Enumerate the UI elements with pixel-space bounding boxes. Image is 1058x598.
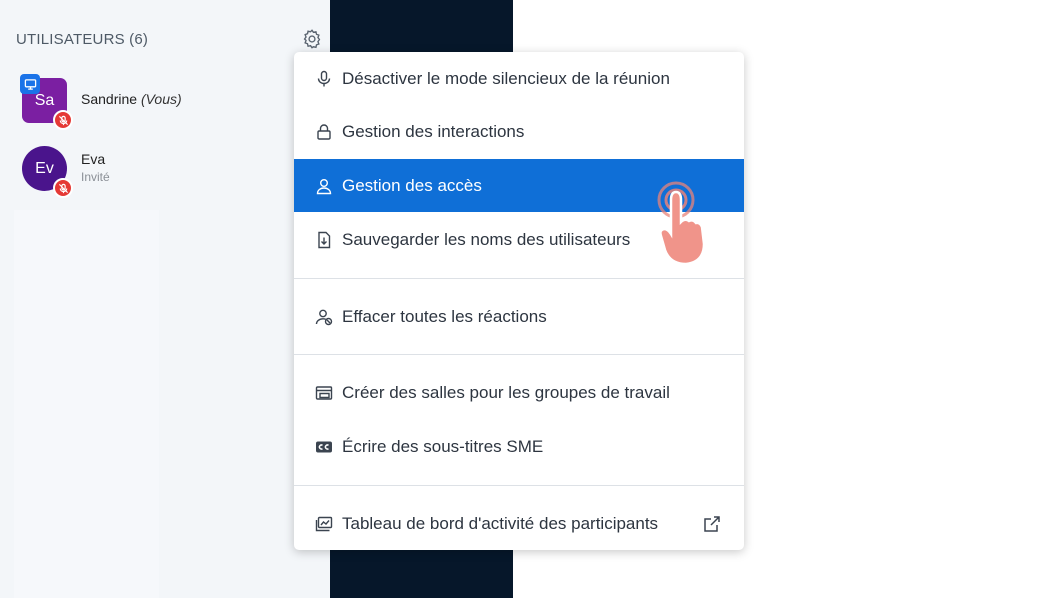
user-name: Eva: [81, 151, 105, 167]
muted-microphone-icon: [53, 110, 73, 130]
menu-item-label: Tableau de bord d'activité des participa…: [342, 513, 659, 533]
menu-divider: [294, 485, 744, 486]
user-clear-icon: [315, 309, 333, 325]
menu-item-breakout-rooms[interactable]: Créer des salles pour les groupes de tra…: [294, 366, 744, 419]
user-name-text: Sandrine: [81, 91, 138, 107]
menu-item-label: Désactiver le mode silencieux de la réun…: [342, 68, 670, 88]
external-link-icon[interactable]: [702, 514, 722, 534]
menu-item-label: Effacer toutes les réactions: [342, 306, 547, 326]
user-icon: [316, 178, 332, 194]
microphone-icon: [317, 70, 331, 86]
menu-item-label: Gestion des accès: [342, 175, 482, 195]
gear-icon[interactable]: [301, 28, 323, 50]
menu-item-unmute-meeting[interactable]: Désactiver le mode silencieux de la réun…: [294, 52, 744, 105]
menu-item-clear-reactions[interactable]: Effacer toutes les réactions: [294, 290, 744, 343]
user-item-eva[interactable]: Ev Eva Invité: [22, 146, 322, 198]
user-item-sandrine[interactable]: Sa Sandrine (Vous): [20, 74, 322, 130]
menu-divider: [294, 354, 744, 355]
pointer-hand-icon: [657, 181, 706, 266]
dashboard-icon: [315, 516, 333, 531]
user-self-tag: (Vous): [140, 91, 182, 107]
user-name: Sandrine (Vous): [81, 91, 182, 107]
closed-captions-icon: [316, 441, 332, 452]
user-options-menu: Désactiver le mode silencieux de la réun…: [294, 52, 744, 550]
muted-microphone-icon: [53, 178, 73, 198]
presenter-icon: [20, 74, 40, 94]
menu-item-closed-captions[interactable]: Écrire des sous-titres SME: [294, 420, 744, 473]
menu-item-label: Gestion des interactions: [342, 121, 525, 141]
user-role: Invité: [81, 170, 110, 184]
menu-item-label: Écrire des sous-titres SME: [342, 436, 544, 456]
menu-item-activity-dashboard[interactable]: Tableau de bord d'activité des participa…: [294, 497, 744, 550]
lock-icon: [317, 123, 331, 140]
menu-item-label: Sauvegarder les noms des utilisateurs: [342, 229, 631, 249]
menu-divider: [294, 278, 744, 279]
sidebar-background-area: [14, 210, 159, 598]
users-list-header: UTILISATEURS (6): [16, 31, 149, 48]
breakout-rooms-icon: [315, 385, 333, 400]
user-name-text: Eva: [81, 151, 106, 167]
menu-item-interactions[interactable]: Gestion des interactions: [294, 105, 744, 158]
avatar-initials: Sa: [34, 91, 55, 109]
avatar-initials: Ev: [35, 159, 54, 177]
menu-item-label: Créer des salles pour les groupes de tra…: [342, 382, 670, 402]
download-file-icon: [318, 231, 331, 248]
users-sidebar: UTILISATEURS (6) Sa Sandrine (Vous) Ev E…: [0, 0, 330, 598]
